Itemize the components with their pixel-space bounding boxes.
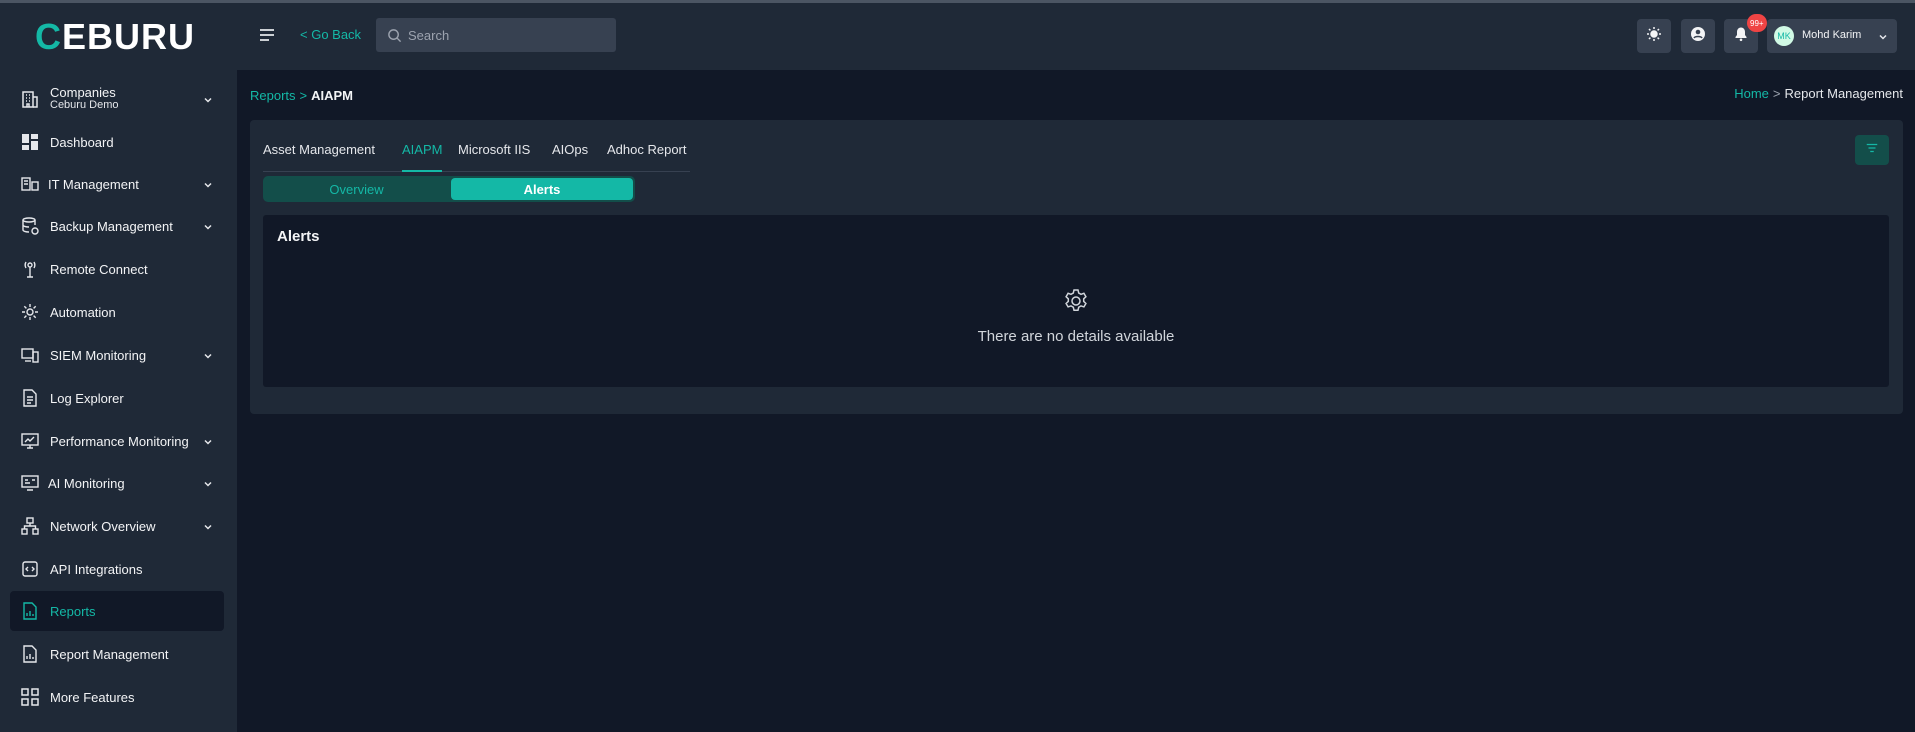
sidebar: CEBURU Companies Ceburu Demo Dashboard I… bbox=[0, 3, 237, 732]
grid-icon bbox=[20, 687, 40, 707]
tab-adhoc-report[interactable]: Adhoc Report bbox=[607, 142, 687, 172]
sidebar-item-label: API Integrations bbox=[50, 561, 143, 577]
top-header: < Go Back 99+ MK Mohd Karim bbox=[237, 3, 1915, 70]
avatar: MK bbox=[1774, 26, 1794, 46]
sidebar-item-more-features[interactable]: More Features bbox=[10, 677, 224, 717]
sidebar-item-reports[interactable]: Reports bbox=[10, 591, 224, 631]
theme-toggle-button[interactable] bbox=[1637, 19, 1671, 53]
chevron-down-icon bbox=[202, 93, 214, 105]
sidebar-item-companies[interactable]: Companies Ceburu Demo bbox=[10, 77, 224, 121]
breadcrumb-separator: > bbox=[1772, 86, 1781, 101]
user-menu[interactable]: MK Mohd Karim bbox=[1767, 19, 1897, 53]
chevron-down-icon bbox=[202, 220, 214, 232]
notification-count-badge: 99+ bbox=[1747, 14, 1767, 32]
automation-gear-icon bbox=[20, 302, 40, 322]
sidebar-item-label: SIEM Monitoring bbox=[50, 347, 147, 363]
sidebar-item-backup-management[interactable]: Backup Management bbox=[10, 206, 224, 246]
chevron-down-icon bbox=[202, 435, 214, 447]
sidebar-item-api-integrations[interactable]: API Integrations bbox=[10, 549, 224, 589]
sidebar-item-network-overview[interactable]: Network Overview bbox=[10, 506, 224, 546]
sidebar-item-ai-monitoring[interactable]: AI Monitoring bbox=[10, 463, 224, 503]
filter-button[interactable] bbox=[1855, 135, 1889, 165]
search-icon bbox=[387, 28, 402, 43]
breadcrumb-current: Report Management bbox=[1784, 86, 1903, 101]
report-tabs: Asset Management AIAPM Microsoft IIS AIO… bbox=[263, 142, 690, 172]
user-name: Mohd Karim bbox=[1802, 29, 1862, 41]
sidebar-item-label: IT Management bbox=[48, 176, 139, 192]
tab-microsoft-iis[interactable]: Microsoft IIS bbox=[458, 142, 530, 172]
tab-aiapm[interactable]: AIAPM bbox=[402, 142, 443, 172]
sidebar-item-label: AI Monitoring bbox=[48, 475, 125, 491]
bell-icon bbox=[1733, 26, 1749, 47]
building-icon bbox=[20, 89, 40, 109]
search-box bbox=[376, 18, 616, 52]
network-icon bbox=[20, 516, 40, 536]
sidebar-item-log-explorer[interactable]: Log Explorer bbox=[10, 378, 224, 418]
breadcrumb-current: AIAPM bbox=[311, 88, 354, 103]
chevron-down-icon bbox=[202, 477, 214, 489]
gear-icon bbox=[1062, 287, 1090, 315]
report-management-icon bbox=[20, 644, 40, 664]
sidebar-item-dashboard[interactable]: Dashboard bbox=[10, 122, 224, 162]
panel-title: Alerts bbox=[277, 228, 320, 245]
company-name: Ceburu Demo bbox=[50, 99, 119, 111]
sidebar-item-label: Network Overview bbox=[50, 518, 156, 534]
report-card: Asset Management AIAPM Microsoft IIS AIO… bbox=[250, 120, 1903, 414]
sidebar-item-automation[interactable]: Automation bbox=[10, 292, 224, 332]
tab-aiops[interactable]: AIOps bbox=[552, 142, 588, 172]
chevron-down-icon bbox=[202, 349, 214, 361]
sidebar-item-label: Remote Connect bbox=[50, 261, 148, 277]
empty-state-message: There are no details available bbox=[977, 328, 1175, 345]
sidebar-item-remote-connect[interactable]: Remote Connect bbox=[10, 249, 224, 289]
antenna-icon bbox=[20, 259, 40, 279]
chevron-down-icon bbox=[202, 178, 214, 190]
breadcrumb-separator: > bbox=[299, 88, 308, 103]
database-icon bbox=[20, 216, 40, 236]
page-breadcrumb: Reports > AIAPM bbox=[250, 88, 353, 103]
monitor-chart-icon bbox=[20, 431, 40, 451]
sidebar-item-label: Dashboard bbox=[50, 134, 114, 150]
sidebar-item-report-management[interactable]: Report Management bbox=[10, 634, 224, 674]
breadcrumb-link-reports[interactable]: Reports bbox=[250, 88, 296, 103]
breadcrumb-link-home[interactable]: Home bbox=[1734, 86, 1769, 101]
sidebar-item-label: Performance Monitoring bbox=[50, 433, 189, 449]
overview-toggle-button[interactable]: Overview bbox=[265, 178, 448, 200]
menu-toggle-icon[interactable] bbox=[257, 25, 277, 45]
alerts-panel: Alerts There are no details available bbox=[263, 215, 1889, 387]
sidebar-item-label: Log Explorer bbox=[50, 390, 124, 406]
go-back-link[interactable]: < Go Back bbox=[300, 27, 361, 42]
sidebar-item-label: Companies bbox=[50, 85, 116, 100]
code-box-icon bbox=[20, 559, 40, 579]
profile-button[interactable] bbox=[1681, 19, 1715, 53]
sun-icon bbox=[1646, 26, 1662, 47]
sidebar-item-siem-monitoring[interactable]: SIEM Monitoring bbox=[10, 335, 224, 375]
sidebar-item-label: More Features bbox=[50, 689, 135, 705]
filter-icon bbox=[1865, 141, 1879, 160]
sidebar-item-label: Reports bbox=[50, 603, 96, 619]
alerts-toggle-button[interactable]: Alerts bbox=[451, 178, 633, 200]
sidebar-item-performance-monitoring[interactable]: Performance Monitoring bbox=[10, 421, 224, 461]
ceburu-logo[interactable]: CEBURU bbox=[35, 19, 195, 55]
report-icon bbox=[20, 601, 40, 621]
dashboard-icon bbox=[20, 132, 40, 152]
sidebar-item-label: Report Management bbox=[50, 646, 169, 662]
tab-asset-management[interactable]: Asset Management bbox=[263, 142, 375, 172]
chevron-down-icon bbox=[1877, 30, 1889, 42]
chevron-down-icon bbox=[202, 520, 214, 532]
ai-monitor-icon bbox=[20, 473, 40, 493]
document-icon bbox=[20, 388, 40, 408]
sidebar-item-label: Backup Management bbox=[50, 218, 173, 234]
view-toggle: Overview Alerts bbox=[263, 176, 635, 202]
sidebar-item-label: Automation bbox=[50, 304, 116, 320]
global-breadcrumb: Home > Report Management bbox=[1734, 86, 1903, 101]
sidebar-item-it-management[interactable]: IT Management bbox=[10, 164, 224, 204]
search-input[interactable] bbox=[408, 18, 608, 52]
user-circle-icon bbox=[1690, 26, 1706, 47]
devices-icon bbox=[20, 345, 40, 365]
it-management-icon bbox=[20, 174, 40, 194]
